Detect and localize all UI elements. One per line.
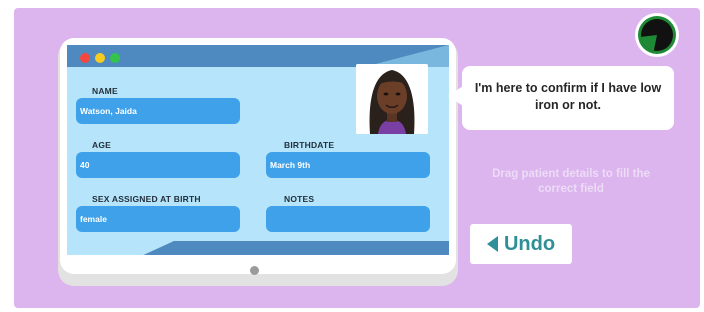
undo-label: Undo [503, 232, 556, 255]
sex-field[interactable]: female [76, 206, 240, 232]
arrow-left-icon [486, 236, 498, 252]
age-label: AGE [92, 140, 112, 150]
timer-icon [635, 13, 679, 57]
footer-bar [143, 241, 449, 255]
window-maximize-dot [110, 53, 120, 63]
instruction-text: Drag patient details to fill the correct… [492, 168, 650, 195]
window-close-dot [80, 53, 90, 63]
undo-button[interactable]: Undo [470, 224, 572, 264]
tablet-home-button [250, 266, 259, 275]
name-field[interactable]: Watson, Jaida [76, 98, 240, 124]
speech-bubble-tail [448, 86, 463, 106]
birthdate-label: BIRTHDATE [284, 140, 335, 150]
name-label: NAME [92, 86, 118, 96]
window-minimize-dot [95, 53, 105, 63]
sex-label: SEX ASSIGNED AT BIRTH [92, 194, 201, 204]
notes-label: NOTES [284, 194, 315, 204]
patient-photo [356, 64, 428, 134]
patient-speech-bubble: I'm here to confirm if I have low iron o… [462, 66, 674, 130]
birthdate-field[interactable]: March 9th [266, 152, 430, 178]
age-field[interactable]: 40 [76, 152, 240, 178]
notes-field[interactable] [266, 206, 430, 232]
